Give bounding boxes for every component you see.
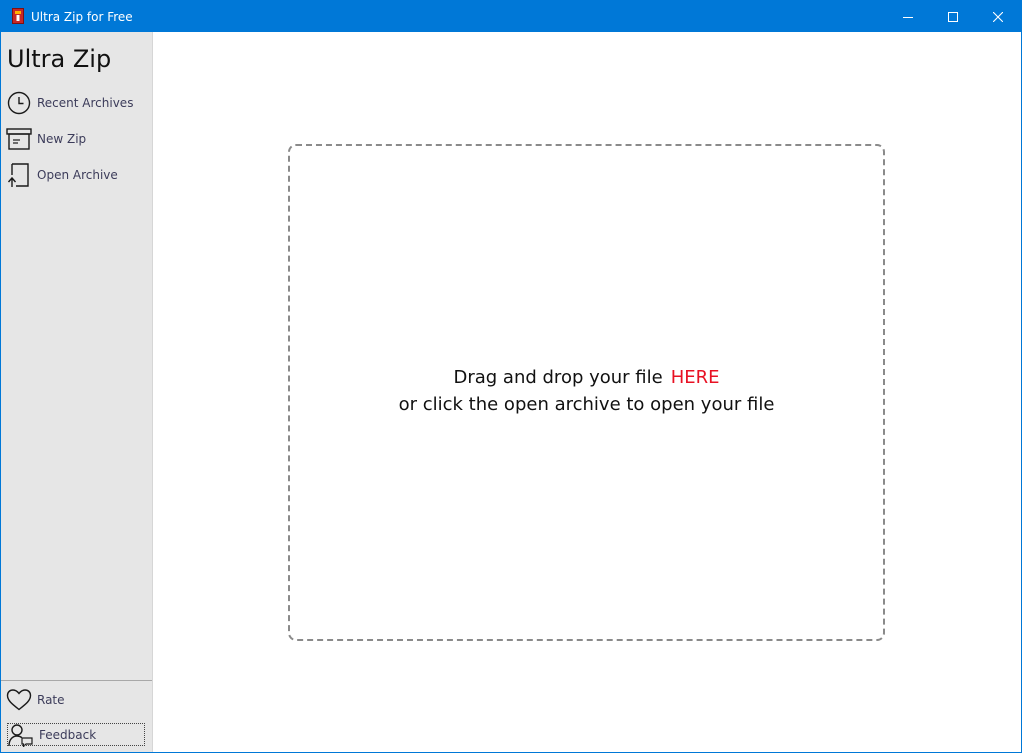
close-button[interactable]	[975, 1, 1021, 32]
sidebar-item-label: Feedback	[39, 727, 97, 742]
heart-icon	[6, 687, 32, 713]
sidebar-item-new-zip[interactable]: New Zip	[6, 124, 148, 154]
title-bar[interactable]: Ultra Zip for Free	[1, 1, 1021, 32]
drop-here-highlight: HERE	[670, 367, 720, 388]
file-drop-zone[interactable]: Drag and drop your file HERE or click the…	[288, 144, 885, 641]
window-title: Ultra Zip for Free	[31, 10, 133, 24]
drop-instruction-text: Drag and drop your file	[453, 367, 663, 388]
clock-icon	[6, 90, 32, 116]
drop-instructions: Drag and drop your file HERE or click the…	[290, 364, 883, 418]
archive-box-icon	[6, 126, 32, 152]
maximize-icon	[948, 7, 958, 26]
minimize-button[interactable]	[885, 1, 931, 32]
app-logo-icon	[12, 8, 24, 24]
feedback-person-icon	[8, 722, 34, 748]
app-brand-title: Ultra Zip	[7, 45, 112, 73]
sidebar: Ultra Zip Recent Archives New Zip Open A…	[1, 32, 153, 752]
sidebar-item-label: Open Archive	[37, 168, 118, 182]
drop-instruction-line-1: Drag and drop your file HERE	[290, 364, 883, 391]
sidebar-item-feedback[interactable]: Feedback	[7, 722, 145, 748]
app-window: Ultra Zip for Free Ultra Zip Recent Arch…	[0, 0, 1022, 753]
sidebar-item-open-archive[interactable]: Open Archive	[6, 160, 148, 190]
sidebar-item-rate[interactable]: Rate	[6, 685, 148, 715]
close-icon	[992, 7, 1004, 26]
sidebar-item-label: New Zip	[37, 132, 87, 146]
drop-instruction-line-2: or click the open archive to open your f…	[398, 394, 775, 415]
sidebar-item-label: Recent Archives	[37, 96, 134, 110]
maximize-button[interactable]	[930, 1, 976, 32]
sidebar-item-recent-archives[interactable]: Recent Archives	[6, 88, 148, 118]
sidebar-item-label: Rate	[37, 693, 65, 707]
sidebar-divider	[1, 680, 152, 681]
minimize-icon	[903, 7, 913, 26]
open-archive-icon	[6, 162, 32, 188]
